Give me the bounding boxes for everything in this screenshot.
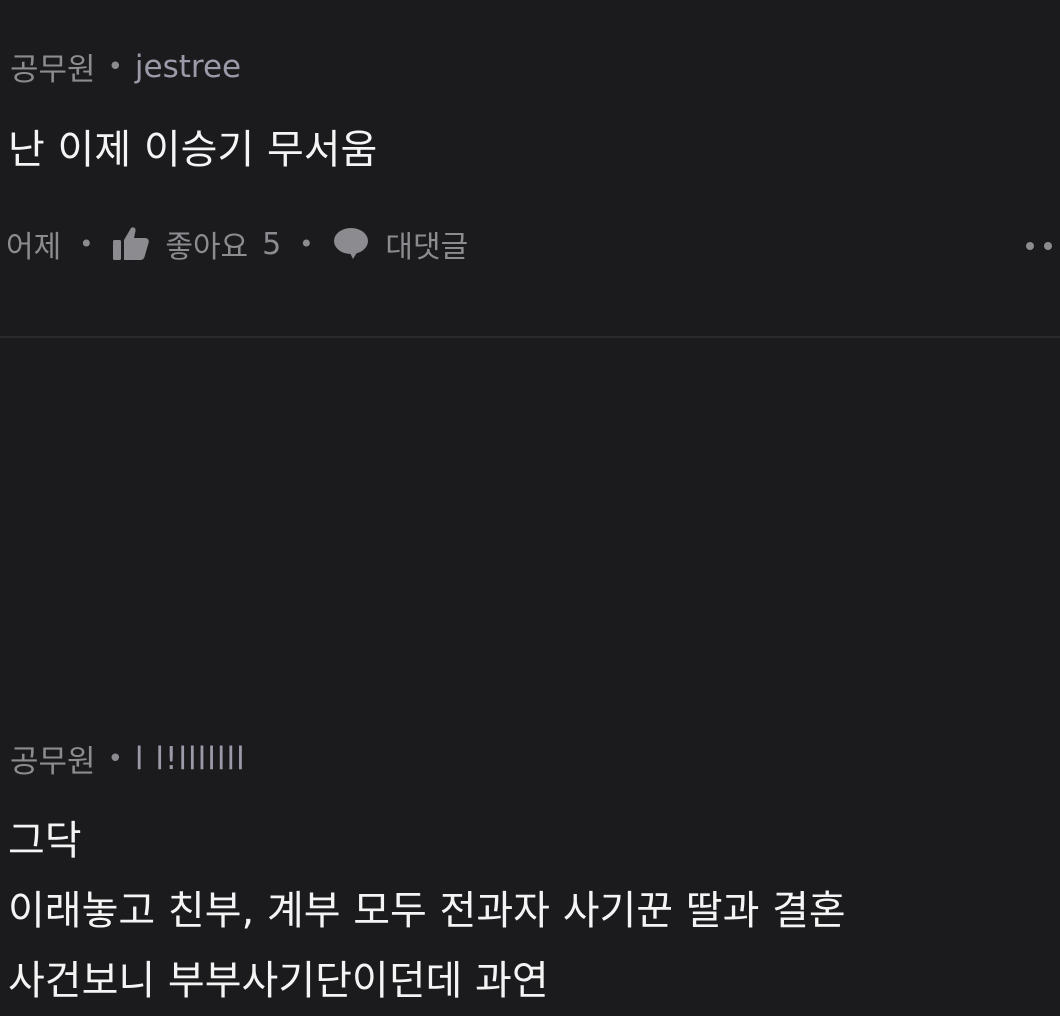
comment-text: 그닥 이래놓고 친부, 계부 모두 전과자 사기꾼 딸과 결혼 사건보니 부부사…: [8, 806, 846, 1016]
dot: [1026, 242, 1034, 250]
thumbs-up-icon: [111, 224, 151, 264]
separator-dot: •: [299, 230, 314, 258]
username-link[interactable]: l l!lllllll: [135, 741, 246, 777]
comment-text: 난 이제 이승기 무서움: [8, 127, 378, 173]
comment-meta: 공무원 • jestree: [10, 44, 241, 89]
like-button[interactable]: 좋아요 5: [111, 222, 281, 266]
comment-line: 이래놓고 친부, 계부 모두 전과자 사기꾼 딸과 결혼: [8, 888, 846, 934]
comment-line: 사건보니 부부사기단이던데 과연: [8, 958, 549, 1004]
author-role: 공무원: [10, 744, 96, 780]
dot: [1044, 242, 1052, 250]
comment-item: 공무원 • l l!lllllll 그닥 이래놓고 친부, 계부 모두 전과자 …: [0, 336, 1060, 1005]
more-dots-icon[interactable]: [1026, 232, 1060, 260]
comment-item: 공무원 • jestree 난 이제 이승기 무서움 어제 • 좋아요 5 •: [0, 0, 1060, 336]
comment-time: 어제: [6, 230, 62, 265]
like-count: 5: [262, 226, 282, 262]
reply-button[interactable]: 대댓글: [331, 222, 468, 266]
reply-label: 대댓글: [385, 230, 469, 265]
comment-line: 그닥: [8, 818, 82, 864]
separator-dot: •: [79, 230, 94, 258]
username-link[interactable]: jestree: [135, 49, 241, 85]
like-label: 좋아요: [165, 230, 249, 265]
separator-dot: •: [107, 51, 123, 82]
separator-dot: •: [107, 743, 123, 774]
comment-actions: 어제 • 좋아요 5 • 대댓글: [6, 216, 468, 272]
comment-meta: 공무원 • l l!lllllll: [10, 736, 246, 781]
speech-bubble-icon: [331, 224, 371, 264]
author-role: 공무원: [10, 52, 96, 88]
